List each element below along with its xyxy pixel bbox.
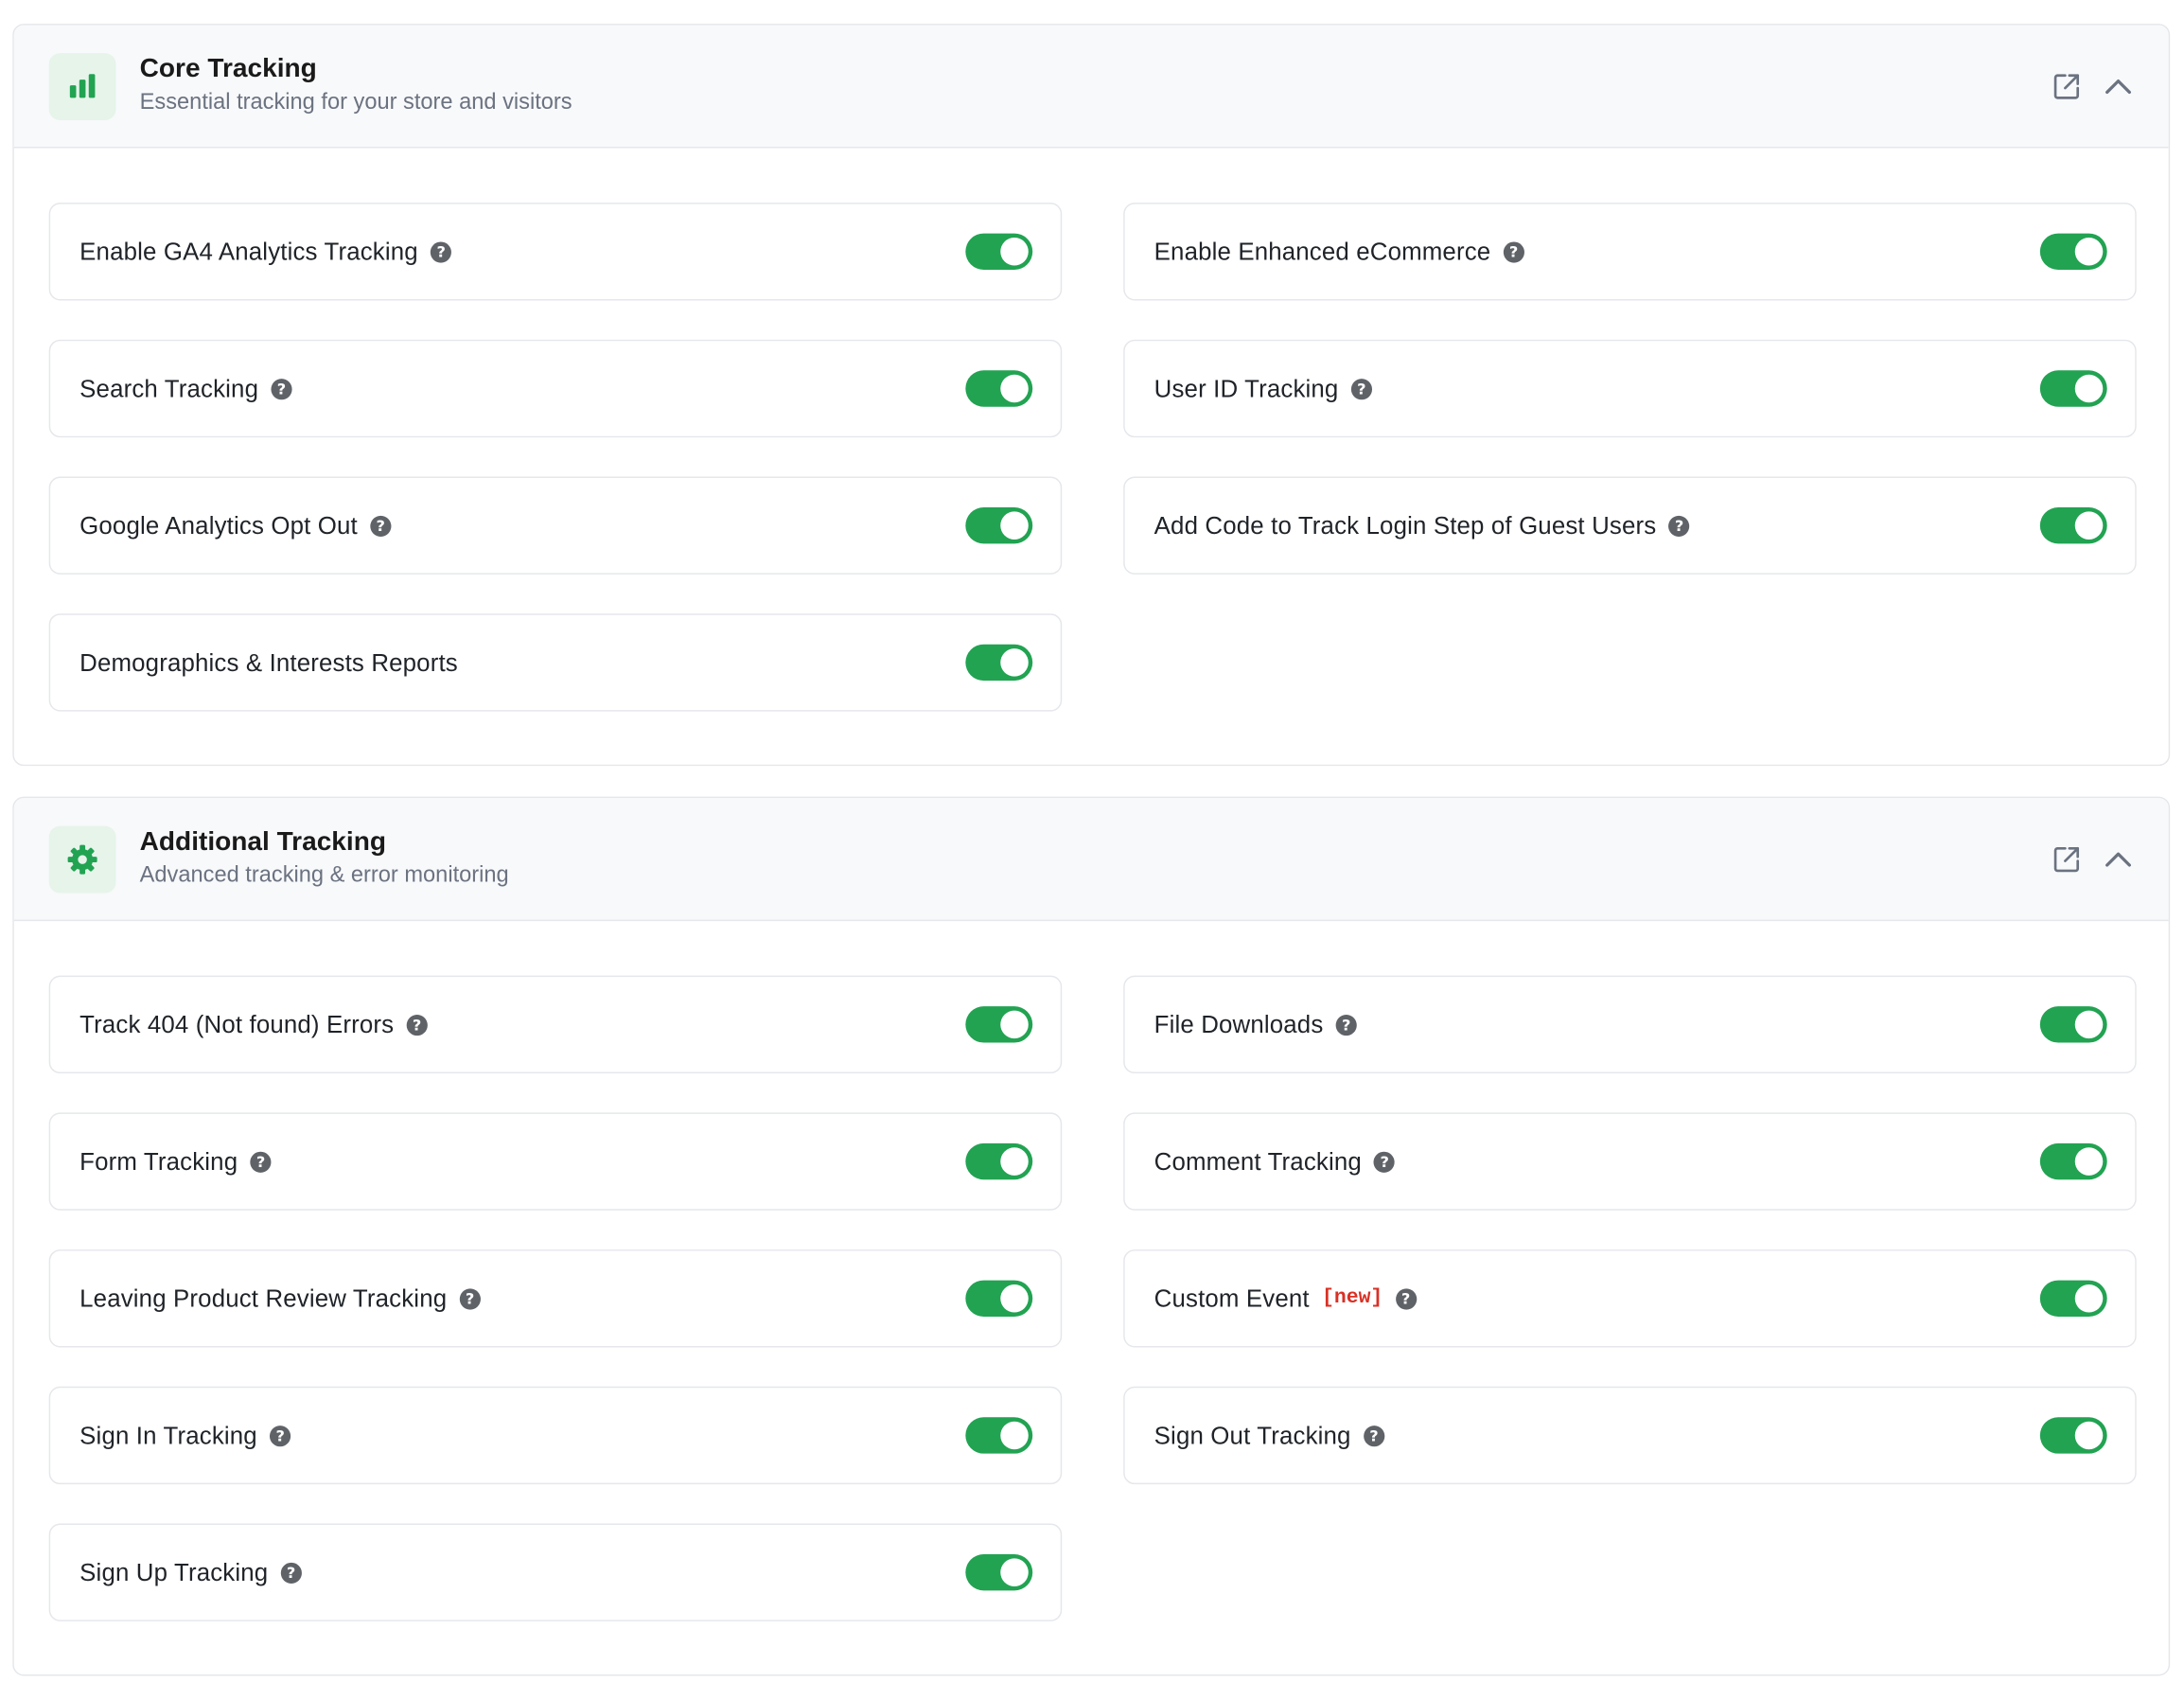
help-icon[interactable]: ? [280, 1562, 302, 1584]
section-title: Additional Tracking [139, 827, 387, 858]
toggle-knob [2074, 1421, 2104, 1450]
toggle-knob [1000, 1558, 1029, 1586]
toggle-switch[interactable] [2039, 1142, 2107, 1180]
toggle-switch[interactable] [965, 1280, 1033, 1317]
setting-label: Sign In Tracking [79, 1420, 257, 1449]
open-external-icon[interactable] [2050, 70, 2083, 103]
toggle-knob [2074, 238, 2104, 266]
setting-item-file-downloads: File Downloads ? [1123, 975, 2137, 1074]
new-badge: [new] [1322, 1286, 1383, 1310]
help-icon[interactable]: ? [1668, 515, 1690, 537]
setting-item-custom-event: Custom Event [new] ? [1123, 1249, 2137, 1348]
setting-item-guest-login-step: Add Code to Track Login Step of Guest Us… [1123, 476, 2137, 575]
toggle-knob [1000, 511, 1029, 540]
setting-item-comment-tracking: Comment Tracking ? [1123, 1112, 2137, 1211]
help-icon[interactable]: ? [1395, 1287, 1417, 1309]
toggle-knob [2074, 1284, 2104, 1313]
help-icon[interactable]: ? [370, 515, 392, 537]
setting-item-track-404: Track 404 (Not found) Errors ? [48, 975, 1063, 1074]
toggle-switch[interactable] [965, 370, 1033, 407]
toggle-knob [2074, 511, 2104, 540]
section-header: Additional Tracking Advanced tracking & … [13, 798, 2169, 922]
setting-item-demographics-reports: Demographics & Interests Reports [48, 613, 1063, 712]
toggle-switch[interactable] [965, 644, 1033, 682]
toggle-switch[interactable] [2039, 1417, 2107, 1454]
toggle-knob [2074, 1010, 2104, 1039]
setting-label: Enable GA4 Analytics Tracking [79, 237, 418, 265]
toggle-switch[interactable] [2039, 1006, 2107, 1043]
help-icon[interactable]: ? [1374, 1150, 1396, 1173]
setting-item-form-tracking: Form Tracking ? [48, 1112, 1063, 1211]
help-icon[interactable]: ? [1350, 378, 1372, 399]
help-icon[interactable]: ? [270, 1425, 291, 1446]
setting-label: Leaving Product Review Tracking [79, 1284, 448, 1312]
setting-label: Track 404 (Not found) Errors [79, 1009, 395, 1038]
setting-label: Custom Event [1154, 1284, 1310, 1312]
setting-item-sign-up-tracking: Sign Up Tracking ? [48, 1523, 1063, 1621]
setting-label: Google Analytics Opt Out [79, 510, 358, 540]
help-icon[interactable]: ? [406, 1014, 428, 1036]
setting-label: Sign Up Tracking [79, 1557, 269, 1586]
section-title: Core Tracking [139, 54, 317, 84]
help-icon[interactable]: ? [271, 378, 292, 399]
toggle-switch[interactable] [965, 1553, 1033, 1591]
setting-label: Comment Tracking [1154, 1146, 1362, 1176]
section-subtitle: Advanced tracking & error monitoring [139, 863, 509, 888]
settings-page: Core Tracking Essential tracking for you… [0, 0, 2184, 1700]
setting-label: User ID Tracking [1154, 373, 1339, 402]
setting-label: Demographics & Interests Reports [79, 647, 458, 676]
setting-label: File Downloads [1154, 1009, 1324, 1038]
toggle-switch[interactable] [965, 507, 1033, 544]
setting-item-sign-out-tracking: Sign Out Tracking ? [1123, 1386, 2137, 1485]
toggle-knob [1000, 1284, 1029, 1313]
toggle-switch[interactable] [2039, 507, 2107, 544]
toggle-knob [1000, 1010, 1029, 1039]
section-header: Core Tracking Essential tracking for you… [13, 25, 2169, 149]
toggle-knob [1000, 1147, 1029, 1176]
open-external-icon[interactable] [2050, 842, 2083, 876]
bar-chart-icon [48, 53, 116, 120]
toggle-knob [1000, 238, 1029, 266]
toggle-knob [1000, 1421, 1029, 1450]
toggle-switch[interactable] [965, 1417, 1033, 1454]
setting-label: Add Code to Track Login Step of Guest Us… [1154, 510, 1657, 540]
setting-label: Sign Out Tracking [1154, 1420, 1351, 1449]
help-icon[interactable]: ? [459, 1287, 481, 1309]
toggle-knob [1000, 374, 1029, 403]
help-icon[interactable]: ? [1363, 1425, 1385, 1446]
toggle-knob [2074, 1147, 2104, 1176]
help-icon[interactable]: ? [1503, 240, 1524, 262]
setting-label: Enable Enhanced eCommerce [1154, 237, 1491, 265]
setting-item-enhanced-ecommerce: Enable Enhanced eCommerce ? [1123, 203, 2137, 301]
toggle-switch[interactable] [2039, 370, 2107, 407]
help-icon[interactable]: ? [1335, 1014, 1357, 1036]
setting-item-ga-opt-out: Google Analytics Opt Out ? [48, 476, 1063, 575]
toggle-knob [1000, 648, 1029, 677]
toggle-switch[interactable] [2039, 1280, 2107, 1317]
chevron-up-icon[interactable] [2102, 70, 2135, 103]
help-icon[interactable]: ? [431, 240, 452, 262]
toggle-switch[interactable] [2039, 233, 2107, 270]
setting-item-product-review-tracking: Leaving Product Review Tracking ? [48, 1249, 1063, 1348]
toggle-switch[interactable] [965, 233, 1033, 270]
section-core-tracking: Core Tracking Essential tracking for you… [12, 24, 2171, 767]
gear-icon [48, 825, 116, 894]
toggle-knob [2074, 374, 2104, 403]
setting-item-sign-in-tracking: Sign In Tracking ? [48, 1386, 1063, 1485]
section-subtitle: Essential tracking for your store and vi… [139, 90, 572, 115]
setting-label: Search Tracking [79, 373, 259, 402]
setting-item-search-tracking: Search Tracking ? [48, 339, 1063, 438]
setting-item-user-id-tracking: User ID Tracking ? [1123, 339, 2137, 438]
toggle-switch[interactable] [965, 1006, 1033, 1043]
help-icon[interactable]: ? [250, 1150, 272, 1173]
section-additional-tracking: Additional Tracking Advanced tracking & … [12, 796, 2171, 1676]
chevron-up-icon[interactable] [2102, 842, 2135, 876]
setting-item-ga4-tracking: Enable GA4 Analytics Tracking ? [48, 203, 1063, 301]
toggle-switch[interactable] [965, 1142, 1033, 1180]
setting-label: Form Tracking [79, 1146, 238, 1176]
